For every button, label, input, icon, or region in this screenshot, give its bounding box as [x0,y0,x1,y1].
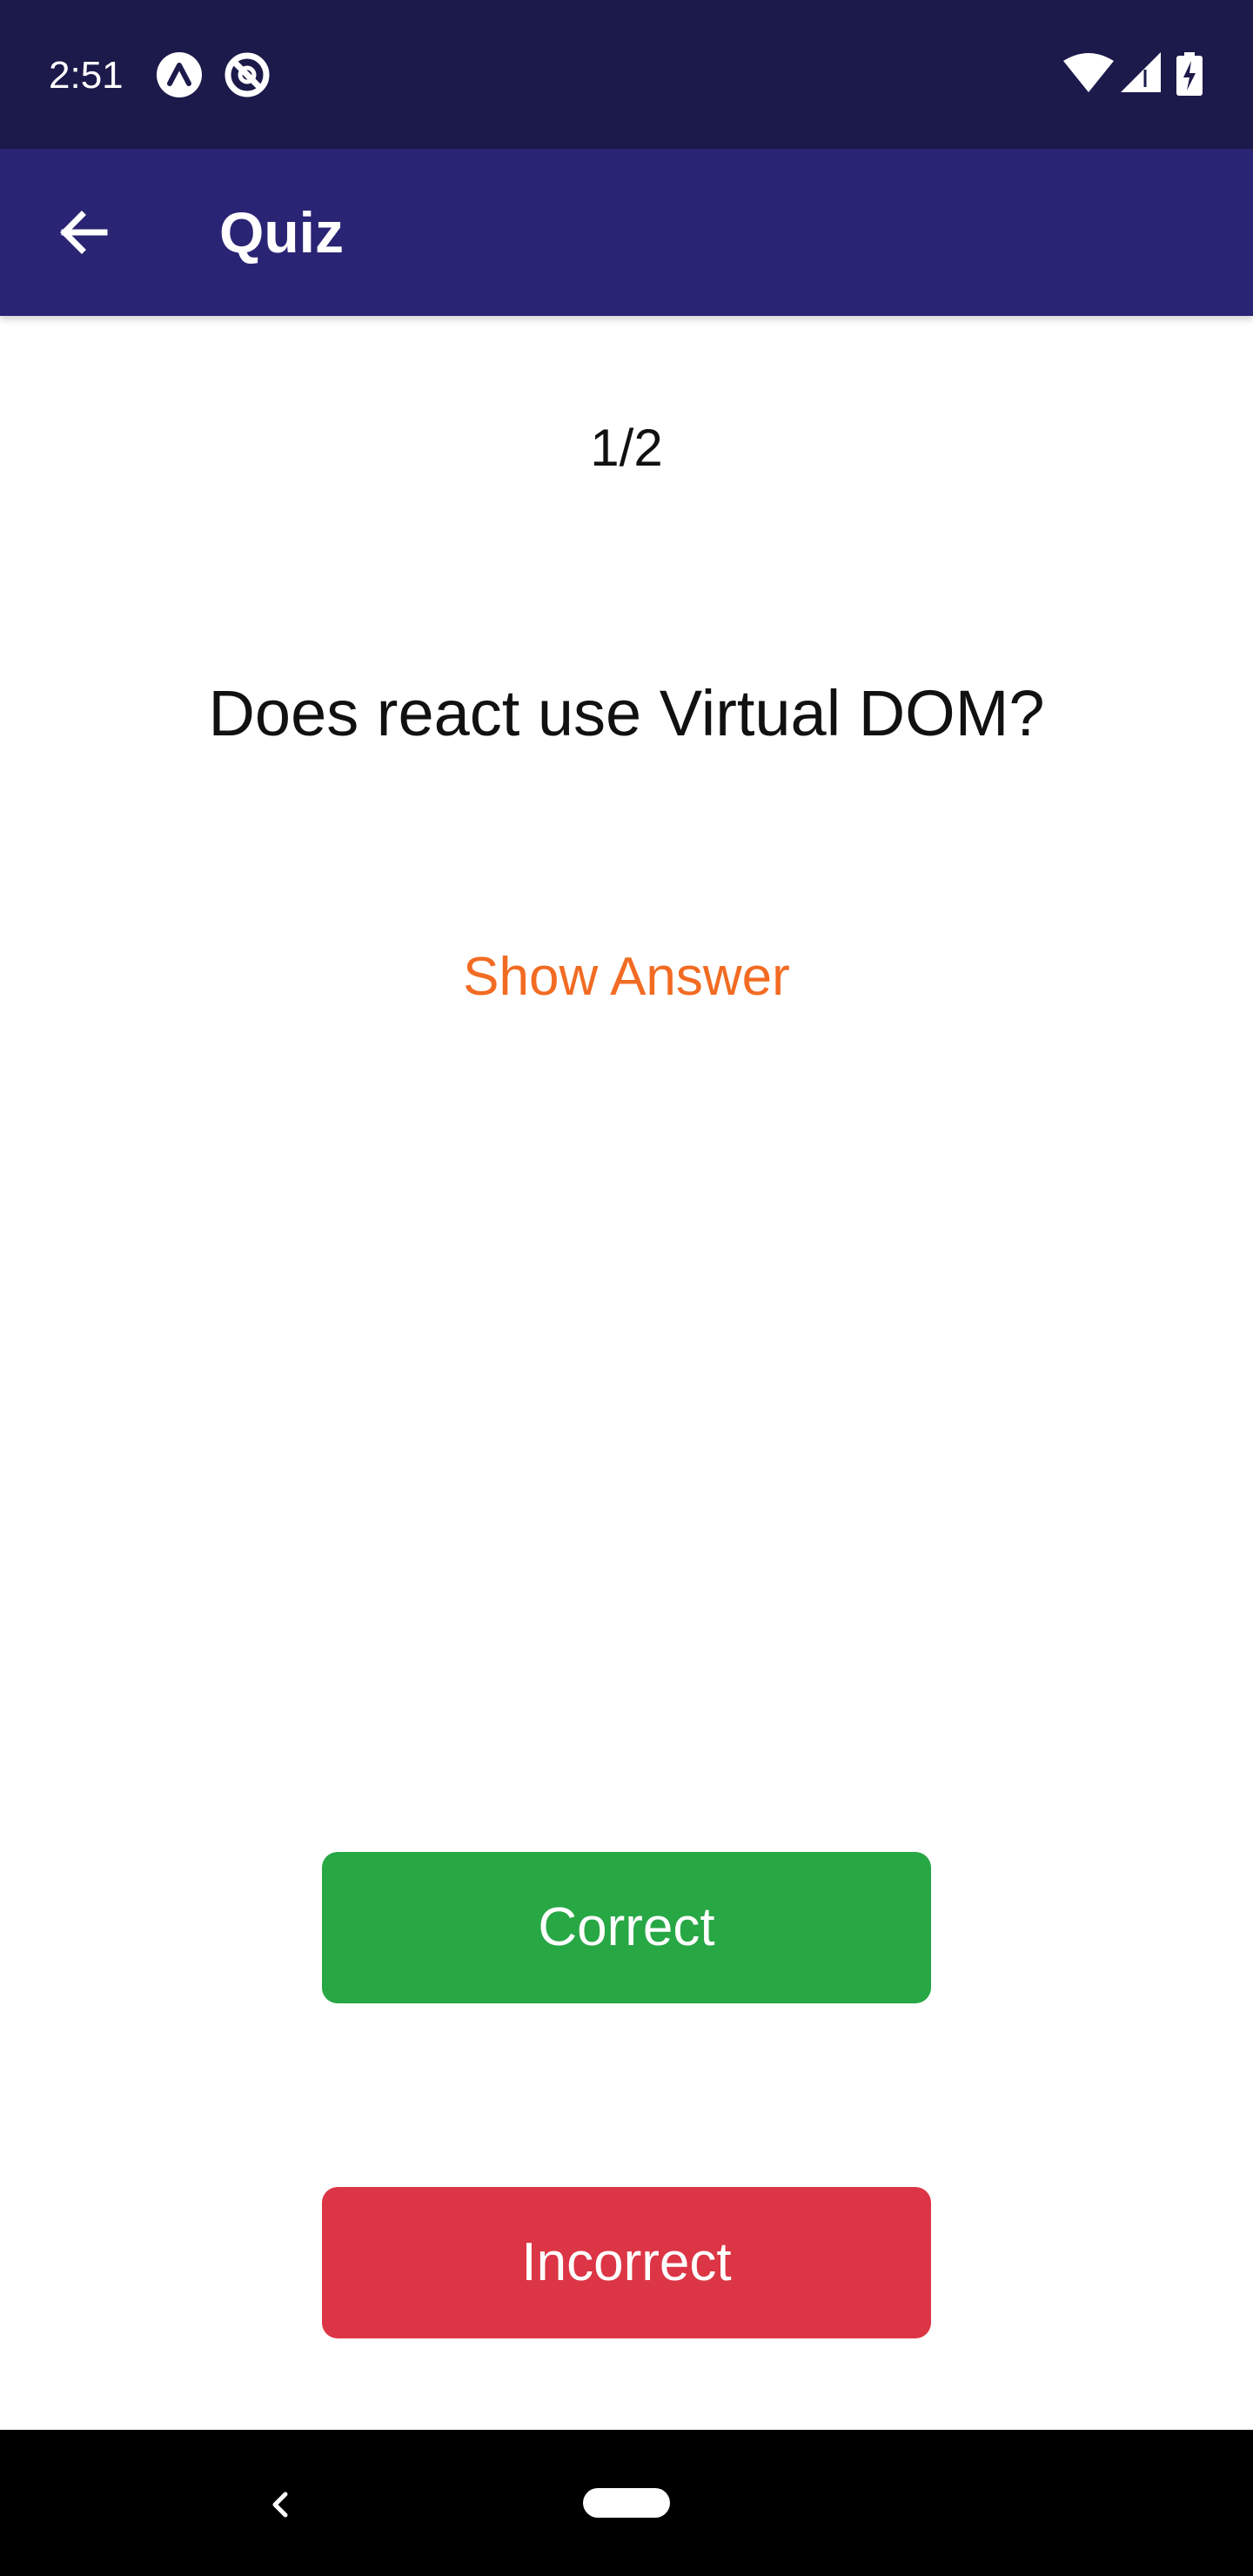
arrow-back-icon [60,211,108,254]
quiz-screen: 2:51 Quiz 1/2 Does react use Virtual DOM… [0,0,1253,2576]
page-title: Quiz [219,200,344,265]
battery-charging-icon [1176,52,1203,96]
nav-back-icon [272,2492,288,2518]
status-right-icons [1063,52,1211,97]
cellular-signal-icon [1121,52,1161,92]
app-bar: Quiz [0,149,1253,316]
home-pill-icon[interactable] [583,2488,670,2518]
nav-back-button[interactable] [244,2468,317,2541]
expo-icon [157,52,202,97]
status-time: 2:51 [49,54,124,97]
correct-button[interactable]: Correct [322,1852,931,2003]
incorrect-button[interactable]: Incorrect [322,2187,931,2338]
wifi-icon [1063,53,1114,92]
question-text: Does react use Virtual DOM? [208,677,1045,749]
do-not-disturb-icon [224,52,270,97]
show-answer-link[interactable]: Show Answer [365,936,888,1018]
status-bar: 2:51 [0,0,1253,149]
back-button[interactable] [35,184,132,281]
question-counter: 1/2 [590,419,663,477]
system-nav-bar [0,2430,1253,2576]
